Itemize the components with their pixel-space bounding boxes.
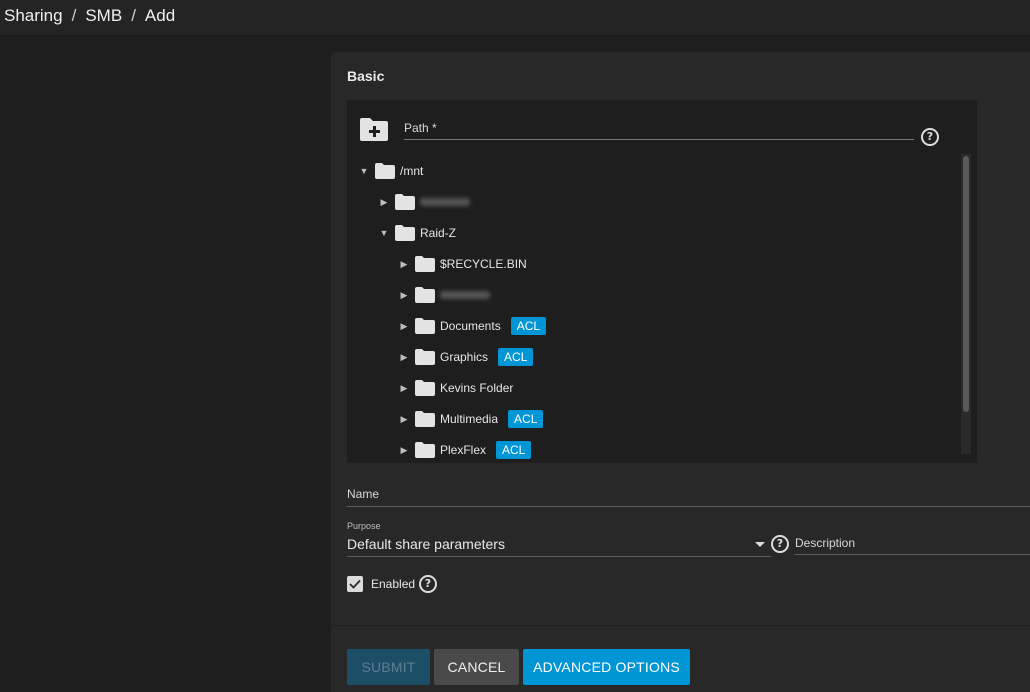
- purpose-underline: [347, 556, 771, 557]
- folder-icon: [375, 163, 395, 179]
- acl-badge: ACL: [498, 348, 534, 366]
- tree-node-label: Raid-Z: [420, 226, 457, 240]
- breadcrumb-item-smb[interactable]: SMB: [85, 6, 122, 25]
- directory-tree: ▼ /mnt ▶ ▼ Raid-Z ▶ $RECYCLE.BIN ▶ ▶ Documents ACL…: [347, 156, 961, 462]
- breadcrumb-item-sharing[interactable]: Sharing: [4, 6, 63, 25]
- expand-down-icon[interactable]: ▼: [379, 228, 389, 238]
- folder-icon: [415, 380, 435, 396]
- submit-button[interactable]: SUBMIT: [347, 649, 430, 685]
- folder-icon: [415, 287, 435, 303]
- path-field-label: Path *: [404, 121, 437, 135]
- folder-icon: [415, 349, 435, 365]
- breadcrumb: Sharing / SMB / Add: [4, 6, 175, 26]
- chevron-down-icon[interactable]: [755, 542, 765, 547]
- path-help-icon[interactable]: ?: [921, 128, 939, 146]
- folder-icon: [415, 411, 435, 427]
- tree-node[interactable]: ▶ Multimedia ACL: [399, 408, 544, 430]
- smb-share-form-card: Basic Path * ? ▼ /mnt ▶ ▼ Raid-Z ▶ $RECYCLE.BI…: [331, 52, 1030, 692]
- tree-node-label: Kevins Folder: [440, 381, 514, 395]
- expand-right-icon[interactable]: ▶: [399, 259, 409, 270]
- tree-node-label-redacted: [420, 198, 470, 206]
- breadcrumb-separator: /: [131, 6, 136, 25]
- breadcrumb-item-add: Add: [144, 6, 176, 25]
- expand-right-icon[interactable]: ▶: [379, 197, 389, 208]
- section-title-basic: Basic: [347, 68, 385, 84]
- cancel-button[interactable]: CANCEL: [434, 649, 519, 685]
- tree-node-label: /mnt: [400, 164, 424, 178]
- description-input[interactable]: [795, 554, 1030, 555]
- tree-node-label: Multimedia: [440, 412, 499, 426]
- tree-node-label: Documents: [440, 319, 501, 333]
- tree-node-label-redacted: [440, 291, 490, 299]
- tree-node[interactable]: ▶ PlexFlex ACL: [399, 439, 532, 461]
- expand-right-icon[interactable]: ▶: [399, 445, 409, 456]
- expand-right-icon[interactable]: ▶: [399, 414, 409, 425]
- breadcrumb-separator: /: [71, 6, 77, 25]
- folder-icon: [415, 318, 435, 334]
- folder-icon: [395, 194, 415, 210]
- tree-node-label: PlexFlex: [440, 443, 487, 457]
- acl-badge: ACL: [510, 317, 547, 335]
- purpose-select[interactable]: Default share parameters: [347, 536, 505, 552]
- path-input[interactable]: [404, 139, 914, 140]
- tree-node-label: Graphics: [440, 350, 489, 364]
- acl-badge: ACL: [496, 441, 532, 459]
- top-bar: Sharing / SMB / Add: [0, 0, 1030, 36]
- expand-right-icon[interactable]: ▶: [399, 290, 409, 301]
- form-divider: [331, 625, 1030, 626]
- tree-node[interactable]: ▶ $RECYCLE.BIN: [399, 253, 527, 275]
- folder-plus-icon: [360, 118, 388, 141]
- purpose-help-icon[interactable]: ?: [771, 535, 789, 553]
- tree-node[interactable]: ▼ /mnt: [359, 160, 423, 182]
- folder-icon: [415, 442, 435, 458]
- expand-down-icon[interactable]: ▼: [359, 166, 369, 176]
- tree-node[interactable]: ▶ Documents ACL: [399, 315, 547, 337]
- name-field-label: Name: [347, 487, 380, 501]
- tree-node-label: $RECYCLE.BIN: [440, 257, 527, 271]
- purpose-field-label: Purpose: [347, 521, 381, 531]
- tree-node[interactable]: ▶: [379, 191, 470, 213]
- path-explorer: Path * ? ▼ /mnt ▶ ▼ Raid-Z ▶ $RECYCLE.BIN ▶ ▶ Doc…: [347, 100, 977, 463]
- expand-right-icon[interactable]: ▶: [399, 352, 409, 363]
- tree-node[interactable]: ▶ Kevins Folder: [399, 377, 513, 399]
- folder-icon: [415, 256, 435, 272]
- tree-node[interactable]: ▼ Raid-Z: [379, 222, 456, 244]
- tree-scrollbar-thumb[interactable]: [963, 156, 969, 412]
- advanced-options-button[interactable]: ADVANCED OPTIONS: [523, 649, 690, 685]
- acl-badge: ACL: [508, 410, 544, 428]
- expand-right-icon[interactable]: ▶: [399, 383, 409, 394]
- expand-right-icon[interactable]: ▶: [399, 321, 409, 332]
- enabled-checkbox[interactable]: [347, 576, 363, 592]
- folder-icon: [395, 225, 415, 241]
- create-dataset-button[interactable]: [359, 116, 389, 142]
- description-field-label: Description: [795, 536, 856, 550]
- enabled-help-icon[interactable]: ?: [419, 575, 437, 593]
- check-icon: [349, 579, 361, 589]
- tree-node[interactable]: ▶: [399, 284, 490, 306]
- tree-node[interactable]: ▶ Graphics ACL: [399, 346, 534, 368]
- enabled-label: Enabled: [371, 577, 416, 591]
- name-input[interactable]: [347, 506, 1030, 507]
